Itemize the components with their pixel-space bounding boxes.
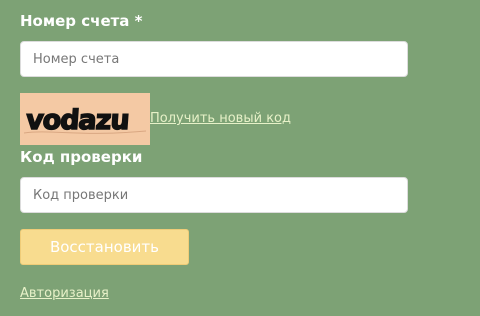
verification-code-input[interactable]	[20, 177, 408, 213]
authorization-link[interactable]: Авторизация	[20, 286, 109, 301]
captcha-text: vodazu	[25, 105, 130, 136]
restore-button[interactable]: Восстановить	[20, 229, 189, 265]
captcha-image: vodazu	[20, 93, 150, 145]
get-new-code-link[interactable]: Получить новый код	[150, 111, 291, 126]
account-number-input[interactable]	[20, 41, 408, 77]
account-number-label: Номер счета *	[20, 12, 143, 30]
verification-code-label: Код проверки	[20, 148, 143, 166]
